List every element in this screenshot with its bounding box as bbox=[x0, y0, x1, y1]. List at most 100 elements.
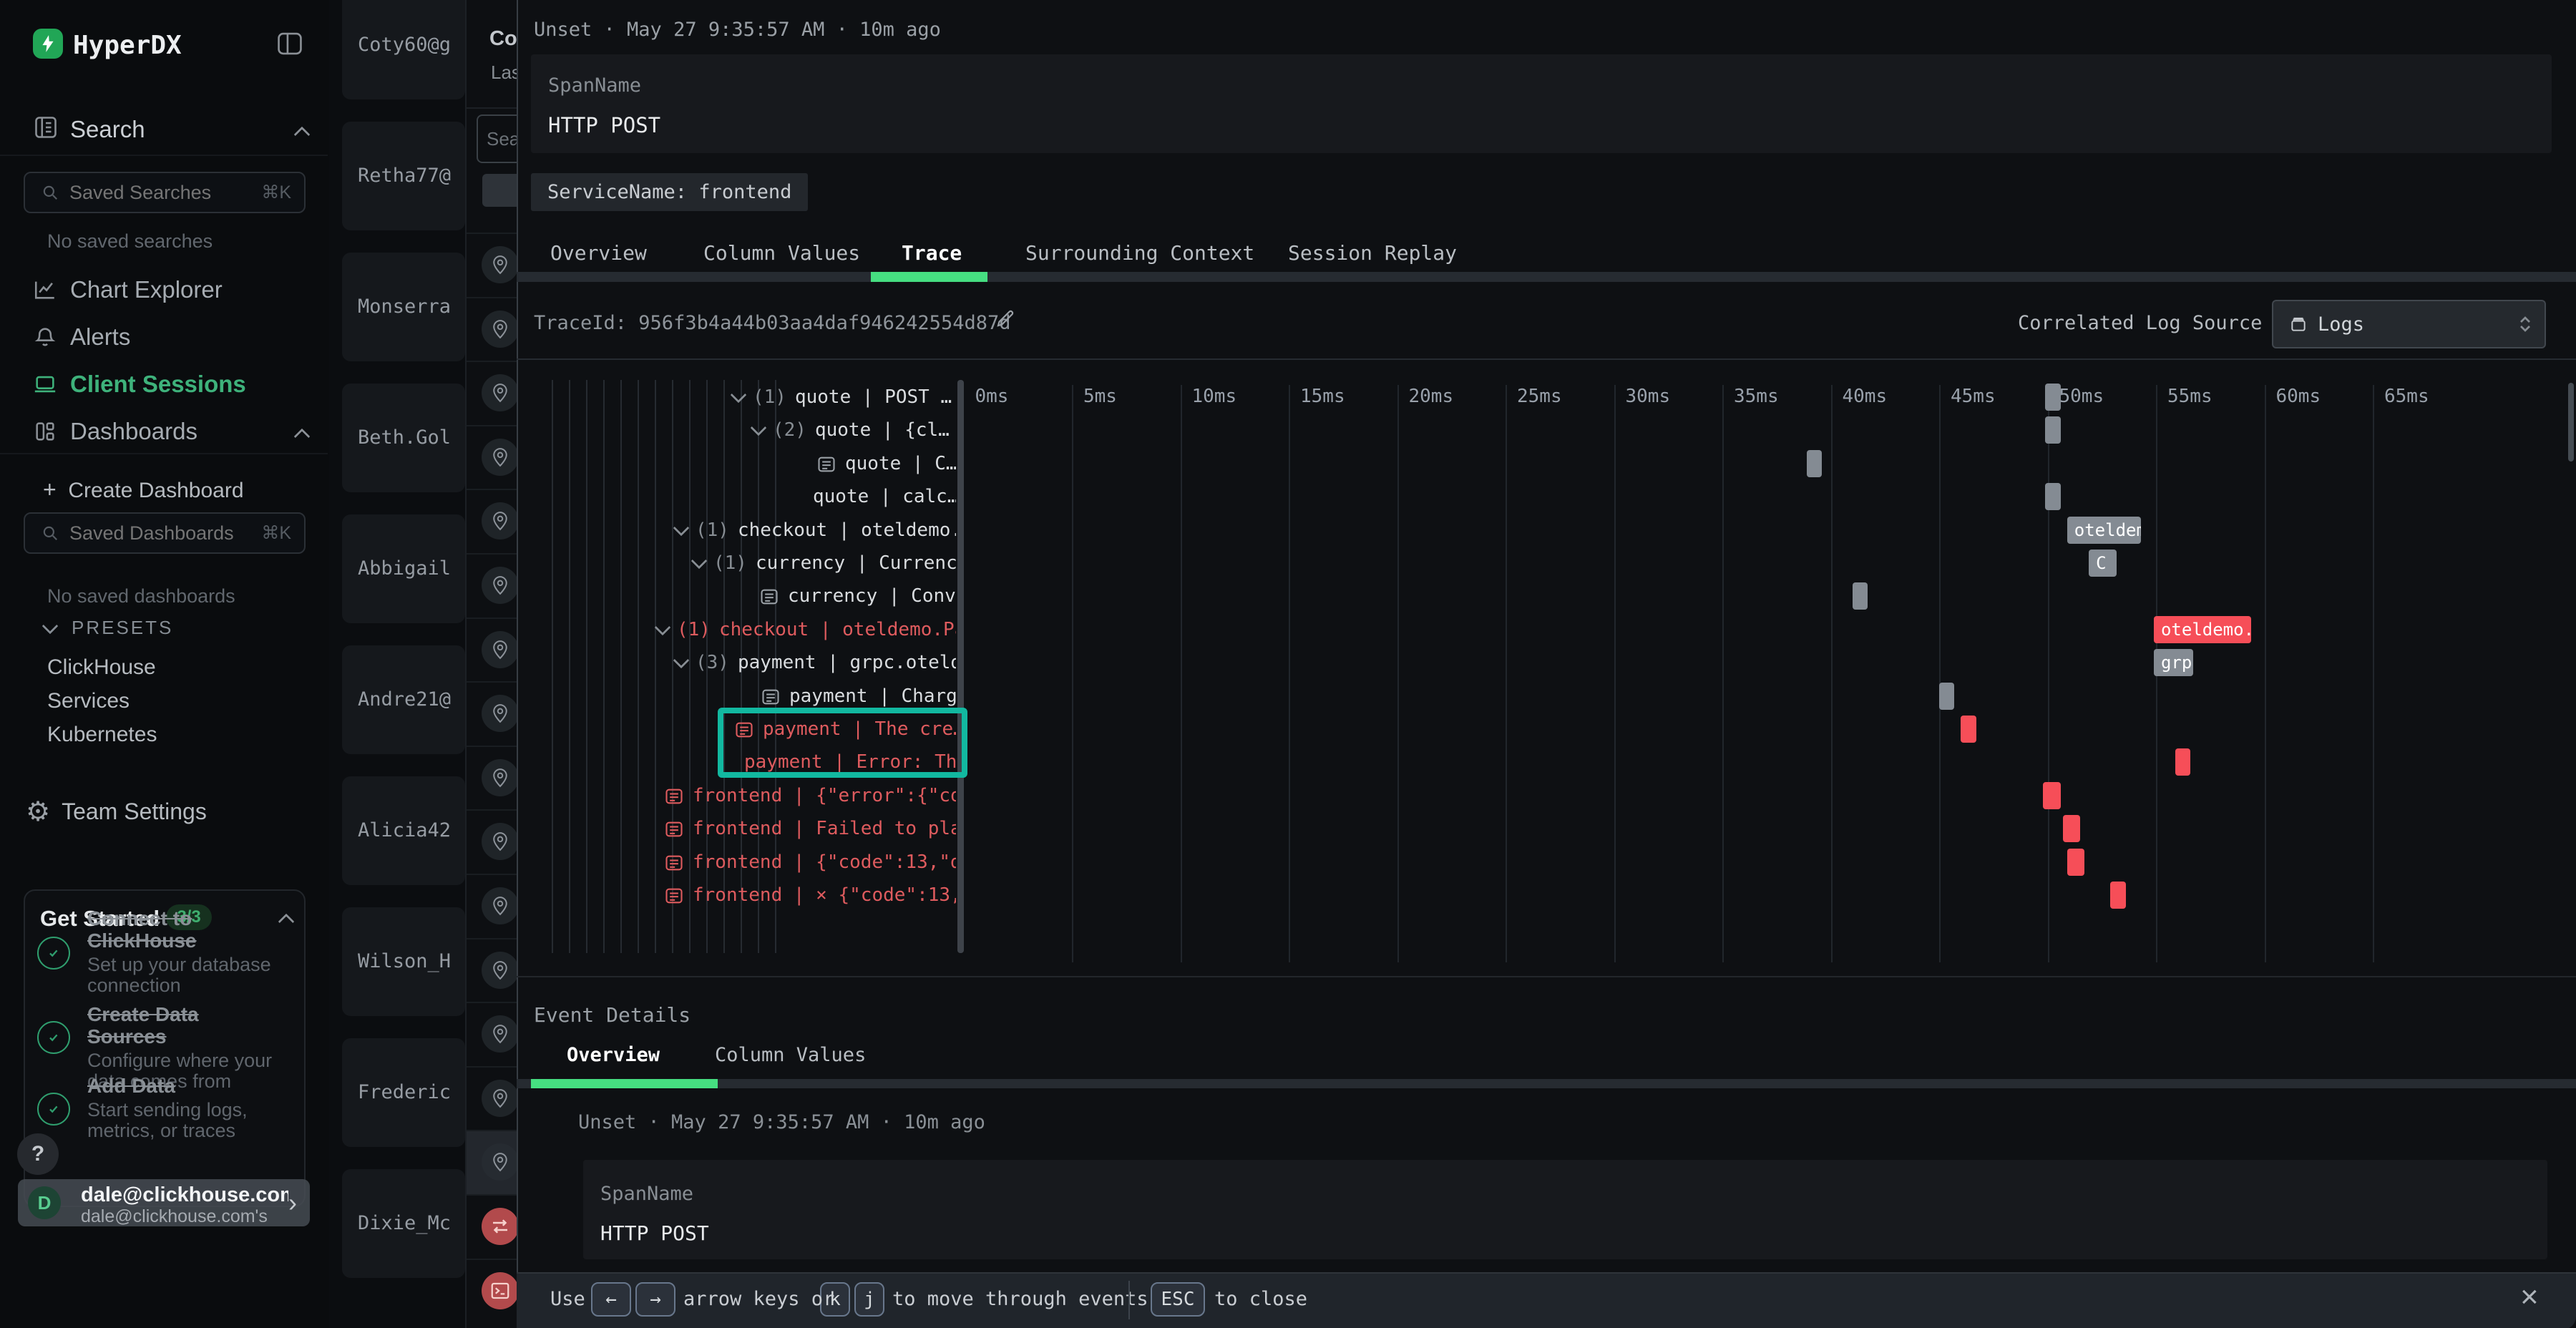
trace-row[interactable]: frontend | {"error":{"code… bbox=[517, 779, 956, 812]
session-list-item[interactable]: Andre21@ bbox=[342, 645, 465, 754]
presets-toggle[interactable]: PRESETS bbox=[44, 617, 173, 639]
trace-span-bar[interactable] bbox=[2067, 849, 2084, 876]
sidebar-item-alerts[interactable]: Alerts bbox=[70, 323, 130, 351]
sidebar-item-preset-services[interactable]: Services bbox=[47, 689, 130, 713]
trace-row[interactable]: currency | Conv… bbox=[517, 580, 956, 612]
pin-icon[interactable] bbox=[482, 1143, 518, 1181]
session-list-item[interactable]: Frederic bbox=[342, 1038, 465, 1147]
trace-span-bar[interactable] bbox=[2063, 815, 2080, 842]
pin-icon[interactable] bbox=[482, 952, 518, 989]
pin-icon[interactable] bbox=[482, 567, 518, 604]
trace-span-bar[interactable]: oteldemo. bbox=[2067, 517, 2141, 544]
event-tab-column-values[interactable]: Column Values bbox=[715, 1044, 866, 1066]
trace-row[interactable]: (1)quote | POST … bbox=[517, 381, 956, 414]
pin-icon[interactable] bbox=[482, 695, 518, 732]
trace-span-bar[interactable]: oteldemo. bbox=[2154, 616, 2251, 643]
get-started-item[interactable]: Connect toClickHouseSet up your database… bbox=[87, 907, 279, 996]
user-chip[interactable]: D dale@clickhouse.com dale@clickhouse.co… bbox=[18, 1179, 310, 1226]
sidebar-item-search[interactable]: Search bbox=[70, 116, 145, 143]
trace-row[interactable]: (3)payment | grpc.oteld… bbox=[517, 646, 956, 679]
pin-icon[interactable] bbox=[482, 631, 518, 668]
saved-searches-box[interactable]: ⌘K bbox=[24, 172, 306, 213]
pin-icon[interactable] bbox=[482, 439, 518, 476]
trace-span-bar[interactable] bbox=[2110, 882, 2125, 909]
drawer-scrollbar[interactable] bbox=[2568, 383, 2574, 462]
session-list-item[interactable]: Wilson_H bbox=[342, 907, 465, 1016]
tab-trace[interactable]: Trace bbox=[902, 241, 962, 265]
trace-span-bar[interactable] bbox=[1939, 683, 1954, 710]
chevron-down-icon[interactable] bbox=[731, 387, 747, 404]
create-dashboard-button[interactable]: + Create Dashboard bbox=[43, 477, 244, 503]
pin-icon[interactable] bbox=[482, 1080, 518, 1117]
search-collapse-icon[interactable] bbox=[294, 127, 311, 143]
saved-dashboards-box[interactable]: ⌘K bbox=[24, 512, 306, 554]
session-list-item[interactable]: Dixie_Mc bbox=[342, 1169, 465, 1278]
strip-button[interactable] bbox=[482, 174, 518, 207]
trace-row-label: currency | Conv… bbox=[788, 585, 956, 607]
pin-icon[interactable] bbox=[482, 374, 518, 411]
tab-column-values[interactable]: Column Values bbox=[703, 241, 860, 265]
pin-icon[interactable] bbox=[482, 246, 518, 283]
chevron-down-icon[interactable] bbox=[655, 619, 671, 635]
trace-row[interactable]: frontend | × {"code":13,"d… bbox=[517, 879, 956, 912]
pin-icon[interactable] bbox=[482, 311, 518, 348]
trace-span-bar[interactable] bbox=[2043, 782, 2060, 809]
close-icon[interactable]: × bbox=[2520, 1279, 2539, 1315]
chevron-down-icon[interactable] bbox=[751, 420, 767, 436]
service-name-chip[interactable]: ServiceName: frontend bbox=[531, 173, 808, 211]
chevron-down-icon[interactable] bbox=[691, 553, 708, 570]
trace-span-bar[interactable] bbox=[1961, 716, 1976, 743]
trace-span-bar[interactable] bbox=[1807, 450, 1822, 477]
trace-span-bar[interactable] bbox=[2045, 384, 2060, 411]
trace-row[interactable]: (1)checkout | oteldemo.… bbox=[517, 514, 956, 547]
trace-row[interactable]: frontend | {"code":13,"det… bbox=[517, 846, 956, 879]
pin-icon[interactable] bbox=[482, 887, 518, 924]
sidebar-item-chart-explorer[interactable]: Chart Explorer bbox=[70, 276, 223, 303]
session-list-item[interactable]: Retha77@ bbox=[342, 122, 465, 230]
sidebar-item-client-sessions[interactable]: Client Sessions bbox=[70, 371, 246, 398]
session-list-item[interactable]: Alicia42 bbox=[342, 776, 465, 885]
session-list-item[interactable]: Abbigail bbox=[342, 514, 465, 623]
pin-icon[interactable] bbox=[482, 759, 518, 796]
pin-icon[interactable] bbox=[482, 823, 518, 860]
trace-span-bar[interactable] bbox=[2045, 483, 2060, 510]
help-button[interactable]: ? bbox=[17, 1133, 59, 1175]
trace-row[interactable]: frontend | Failed to place… bbox=[517, 812, 956, 845]
trace-row[interactable]: quote | C… bbox=[517, 447, 956, 480]
event-tab-overview[interactable]: Overview bbox=[567, 1044, 660, 1066]
chevron-down-icon[interactable] bbox=[673, 653, 690, 669]
saved-dashboards-input[interactable] bbox=[68, 522, 235, 545]
trace-span-bar[interactable] bbox=[2175, 748, 2190, 776]
saved-searches-input[interactable] bbox=[68, 181, 235, 205]
trace-row[interactable]: quote | calc… bbox=[517, 480, 956, 513]
pin-icon[interactable] bbox=[482, 502, 518, 540]
session-list-item[interactable]: Beth.Gol bbox=[342, 384, 465, 492]
session-list-item[interactable]: Monserra bbox=[342, 253, 465, 361]
trace-row[interactable]: (1)checkout | oteldemo.Pa… bbox=[517, 613, 956, 646]
sidebar-collapse-icon[interactable] bbox=[276, 31, 303, 56]
tab-surrounding-context[interactable]: Surrounding Context bbox=[1025, 241, 1254, 265]
strip-search-box[interactable]: Sea bbox=[477, 114, 518, 163]
trace-span-bar[interactable] bbox=[1853, 582, 1868, 610]
trace-span-bar[interactable] bbox=[2045, 416, 2060, 444]
swap-icon[interactable] bbox=[482, 1208, 518, 1245]
pin-icon[interactable] bbox=[482, 1015, 518, 1053]
trace-span-bar[interactable]: C bbox=[2089, 550, 2117, 577]
tab-overview[interactable]: Overview bbox=[550, 241, 647, 265]
sidebar-item-team-settings[interactable]: ⚙ Team Settings bbox=[26, 796, 207, 827]
chevron-up-icon[interactable] bbox=[294, 429, 311, 445]
sidebar-item-dashboards[interactable]: Dashboards bbox=[70, 418, 197, 445]
trace-span-bar[interactable]: grpc bbox=[2154, 649, 2193, 676]
edit-icon[interactable] bbox=[995, 308, 1016, 329]
tree-scrollbar[interactable] bbox=[957, 380, 964, 953]
chevron-down-icon[interactable] bbox=[673, 519, 690, 536]
terminal-icon[interactable] bbox=[482, 1272, 518, 1309]
trace-row[interactable]: (2)quote | {cl… bbox=[517, 414, 956, 446]
log-source-select[interactable]: Logs bbox=[2272, 300, 2546, 348]
trace-row[interactable]: (1)currency | Currenc… bbox=[517, 547, 956, 580]
session-list-item[interactable]: Coty60@g bbox=[342, 0, 465, 99]
tab-session-replay[interactable]: Session Replay bbox=[1288, 241, 1457, 265]
sidebar-item-preset-kubernetes[interactable]: Kubernetes bbox=[47, 723, 157, 747]
sidebar-item-preset-clickhouse[interactable]: ClickHouse bbox=[47, 655, 156, 680]
get-started-item[interactable]: Add DataStart sending logs,metrics, or t… bbox=[87, 1075, 279, 1141]
